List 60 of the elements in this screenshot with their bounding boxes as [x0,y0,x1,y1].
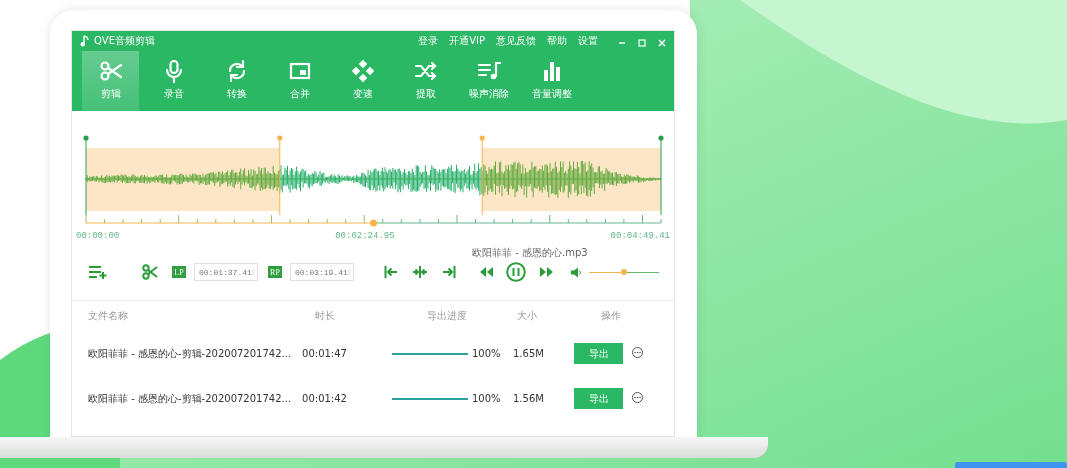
column-header: 操作 [600,309,622,323]
menu-item[interactable]: 意见反馈 [496,34,536,48]
column-header: 大小 [516,309,538,323]
rewind-icon[interactable] [480,267,493,277]
playlist-add-icon[interactable] [88,265,108,279]
menu-item[interactable]: 登录 [418,34,439,48]
export-button[interactable]: 导出 [574,388,623,409]
diamond-cluster-icon [350,59,375,83]
table-cell-text: 00:01:42 [301,393,348,404]
time-field[interactable]: 00:01:37.41 [194,263,258,281]
pause-icon[interactable] [506,262,526,282]
point-badge: LP [172,266,186,278]
boundary-marker[interactable] [658,135,664,216]
table-cell-text: 00:01:47 [301,348,348,359]
jump-end-icon[interactable] [442,265,456,279]
music-note-icon [80,35,90,47]
column-header: 导出进度 [426,309,468,323]
table-cell-text: 欧阳菲菲 - 感恩的心-剪辑-202007201742... [88,346,293,361]
table-cell: 100% [472,348,501,359]
time-label: 00:04:49.41 [610,231,670,241]
table-cell-text: 欧阳菲菲 - 感恩的心-剪辑-202007201742... [88,391,293,406]
table-cell-text: 1.65M [512,348,545,359]
maximize-icon[interactable] [638,38,646,47]
tool-tab[interactable]: 转换 [208,51,265,111]
trim-marker[interactable] [277,135,283,216]
speaker-icon[interactable] [571,266,582,278]
export-button[interactable]: 导出 [574,343,623,364]
tool-tab[interactable]: 提取 [397,51,454,111]
menu-item[interactable]: 开通VIP [449,34,485,48]
table-cell-text: 1.56M [512,393,545,404]
file-name: 欧阳菲菲 - 感恩的心.mp3 [472,247,589,259]
tool-tab[interactable]: 录音 [145,51,202,111]
jump-start-icon[interactable] [384,265,398,279]
center-icon[interactable] [412,265,428,279]
shuffle-icon [413,59,438,83]
tool-tab[interactable]: 合并 [271,51,328,111]
trim-marker[interactable] [479,135,485,216]
playhead-handle[interactable] [370,219,377,227]
point-badge: RP [268,266,282,278]
time-label: 00:00:00 [76,231,120,241]
volume-thumb[interactable] [621,269,627,275]
window-title: QVE音频剪辑 [94,34,156,48]
scissors-icon [98,59,123,83]
close-icon[interactable] [658,38,666,47]
tool-tab[interactable]: 变速 [334,51,391,111]
time-field[interactable]: 00:03:19.41 [290,263,354,281]
fast-forward-icon[interactable] [540,267,553,277]
boundary-marker[interactable] [83,135,89,216]
tool-tab[interactable]: 噪声消除 [460,51,517,111]
column-header: 时长 [313,309,336,323]
scissors-icon[interactable] [142,264,158,280]
more-icon[interactable] [632,392,643,403]
menu-item[interactable]: 帮助 [547,34,567,48]
table-cell: 100% [472,393,501,404]
tool-tab[interactable]: 剪辑 [82,51,139,111]
more-icon[interactable] [632,347,643,358]
menu-item[interactable]: 设置 [578,34,598,48]
column-header: 文件名称 [88,309,129,323]
time-label: 00:02:24.95 [335,231,395,241]
tool-tab[interactable]: 音量调整 [523,51,580,111]
